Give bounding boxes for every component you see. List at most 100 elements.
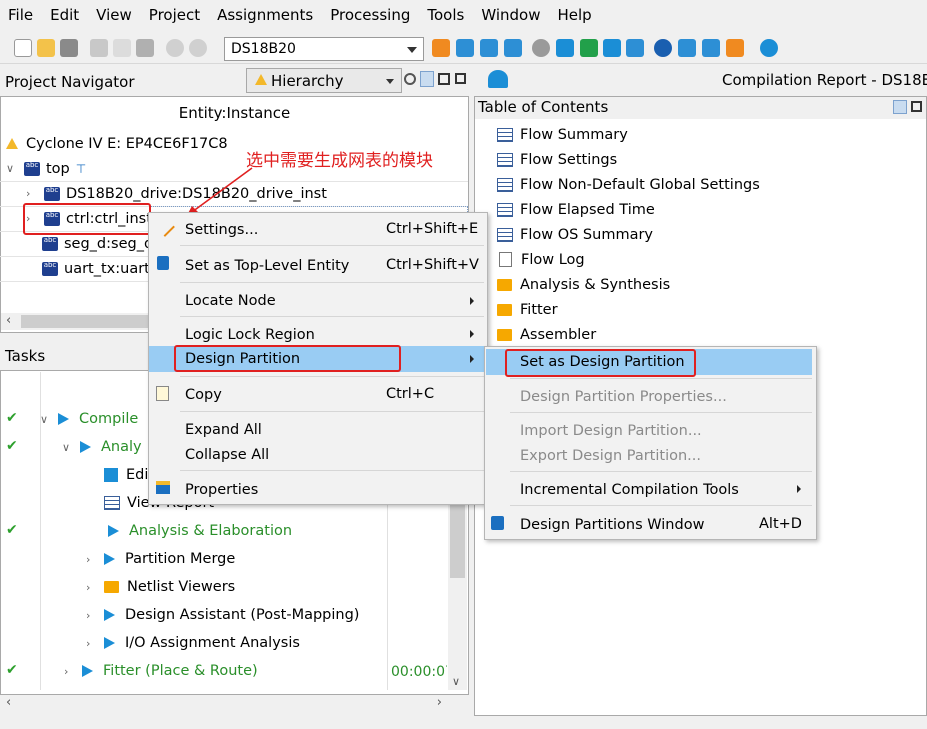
save-icon[interactable] xyxy=(60,39,78,57)
menu-tools[interactable]: Tools xyxy=(427,6,464,24)
project-combo-value: DS18B20 xyxy=(231,41,296,57)
menu-assignments[interactable]: Assignments xyxy=(217,6,313,24)
timing-icon[interactable] xyxy=(603,39,621,57)
menu-collapse-all[interactable]: Collapse All xyxy=(185,443,269,467)
task-analysis-synthesis[interactable]: ∨ Analy xyxy=(62,433,142,461)
play-icon[interactable] xyxy=(104,553,115,565)
chevron-left-icon[interactable]: ‹ xyxy=(6,695,11,710)
menu-bar: File Edit View Project Assignments Proce… xyxy=(0,0,927,30)
float-window-icon[interactable] xyxy=(438,73,450,85)
menu-properties[interactable]: Properties xyxy=(185,478,258,502)
copy-icon[interactable] xyxy=(113,39,131,57)
menu-incremental-tools[interactable]: Incremental Compilation Tools xyxy=(520,478,739,502)
stop-icon[interactable] xyxy=(532,39,550,57)
menu-view[interactable]: View xyxy=(96,6,132,24)
pin-icon[interactable] xyxy=(893,100,907,114)
folder-icon xyxy=(497,303,512,316)
device-row[interactable]: Cyclone IV E: EP4CE6F17C8 xyxy=(6,131,228,156)
pin-planner-icon[interactable] xyxy=(480,39,498,57)
toc-flow-log[interactable]: Flow Log xyxy=(497,247,585,272)
programmer-icon[interactable] xyxy=(626,39,644,57)
menu-expand-all[interactable]: Expand All xyxy=(185,418,262,442)
tree-node-label: seg_d:seg_d xyxy=(64,235,154,252)
tree-node-top[interactable]: ∨ abc top ⊤ xyxy=(6,156,86,181)
edit-pencil-icon[interactable] xyxy=(432,39,450,57)
toc-flow-os[interactable]: Flow OS Summary xyxy=(497,222,653,247)
tree-node-uart[interactable]: abc uart_tx:uart_ xyxy=(42,256,157,281)
toc-flow-non-default[interactable]: Flow Non-Default Global Settings xyxy=(497,172,760,197)
menu-project[interactable]: Project xyxy=(149,6,200,24)
table-icon xyxy=(497,177,513,192)
new-file-icon[interactable] xyxy=(14,39,32,57)
scroll-thumb[interactable] xyxy=(21,315,151,328)
menu-help[interactable]: Help xyxy=(557,6,591,24)
menu-edit[interactable]: Edit xyxy=(50,6,79,24)
play-icon[interactable] xyxy=(82,665,93,677)
menu-window[interactable]: Window xyxy=(481,6,540,24)
analysis-icon[interactable] xyxy=(580,39,598,57)
play-icon[interactable] xyxy=(80,441,91,453)
toc-assembler[interactable]: Assembler xyxy=(497,322,596,347)
task-fitter[interactable]: › Fitter (Place & Route) xyxy=(64,657,258,685)
undo-icon[interactable] xyxy=(166,39,184,57)
task-compile[interactable]: ∨ Compile xyxy=(40,405,138,433)
menu-set-top-level[interactable]: Set as Top-Level Entity xyxy=(185,254,349,278)
chevron-down-icon[interactable]: ∨ xyxy=(452,675,460,688)
menu-copy[interactable]: Copy xyxy=(185,383,222,407)
toc-label: Flow Summary xyxy=(520,126,628,143)
search-icon[interactable] xyxy=(404,73,416,85)
paste-icon[interactable] xyxy=(136,39,154,57)
toc-flow-elapsed[interactable]: Flow Elapsed Time xyxy=(497,197,655,222)
play-icon[interactable] xyxy=(108,525,119,537)
toc-fitter[interactable]: Fitter xyxy=(497,297,558,322)
cut-icon[interactable] xyxy=(90,39,108,57)
task-io-assignment[interactable]: › I/O Assignment Analysis xyxy=(86,629,300,657)
netlist-icon[interactable] xyxy=(678,39,696,57)
play-icon[interactable] xyxy=(58,413,69,425)
menu-locate-node[interactable]: Locate Node xyxy=(185,289,276,313)
play-icon[interactable] xyxy=(104,637,115,649)
device-label: Cyclone IV E: EP4CE6F17C8 xyxy=(26,135,228,152)
start-compile-icon[interactable] xyxy=(556,39,574,57)
tasks-hscrollbar[interactable]: ‹ › xyxy=(1,695,447,712)
copy-icon xyxy=(156,386,169,401)
task-edit-settings[interactable]: Edi xyxy=(104,461,148,489)
timequest-icon[interactable] xyxy=(654,39,672,57)
chevron-down-icon xyxy=(407,47,417,53)
toc-flow-summary[interactable]: Flow Summary xyxy=(497,122,628,147)
close-icon[interactable] xyxy=(455,73,466,84)
task-analysis-elaboration[interactable]: Analysis & Elaboration xyxy=(108,517,292,545)
task-design-assistant[interactable]: › Design Assistant (Post-Mapping) xyxy=(86,601,359,629)
menu-settings[interactable]: Settings... xyxy=(185,218,258,242)
task-partition-merge[interactable]: › Partition Merge xyxy=(86,545,235,573)
tools-icon[interactable] xyxy=(726,39,744,57)
chevron-right-icon[interactable]: › xyxy=(437,695,442,710)
open-folder-icon[interactable] xyxy=(37,39,55,57)
navigator-hscrollbar[interactable]: ‹ xyxy=(1,313,151,330)
check-icon: ✔ xyxy=(6,410,18,426)
menu-label: Collapse All xyxy=(185,447,270,463)
play-icon[interactable] xyxy=(104,609,115,621)
float-window-icon[interactable] xyxy=(911,101,922,112)
menu-partitions-window[interactable]: Design Partitions Window xyxy=(520,513,704,537)
chevron-right-icon: › xyxy=(86,608,91,622)
menu-processing[interactable]: Processing xyxy=(330,6,410,24)
toc-label: Flow OS Summary xyxy=(520,226,654,243)
menu-logic-lock[interactable]: Logic Lock Region xyxy=(185,323,315,347)
project-combo[interactable]: DS18B20 xyxy=(224,37,424,61)
task-label: Netlist Viewers xyxy=(127,579,236,595)
folder-icon xyxy=(497,278,512,291)
toc-flow-settings[interactable]: Flow Settings xyxy=(497,147,617,172)
menu-file[interactable]: File xyxy=(8,6,33,24)
toc-analysis-synthesis[interactable]: Analysis & Synthesis xyxy=(497,272,670,297)
hierarchy-combo[interactable]: Hierarchy xyxy=(246,68,402,93)
task-netlist-viewers[interactable]: › Netlist Viewers xyxy=(86,573,235,601)
chip-planner-icon[interactable] xyxy=(504,39,522,57)
partitions-window-icon xyxy=(491,516,504,530)
redo-icon[interactable] xyxy=(189,39,207,57)
pin-icon[interactable] xyxy=(420,71,434,87)
chevron-left-icon[interactable]: ‹ xyxy=(6,313,11,328)
chat-icon[interactable] xyxy=(760,39,778,57)
rtl-viewer-icon[interactable] xyxy=(702,39,720,57)
assignment-editor-icon[interactable] xyxy=(456,39,474,57)
